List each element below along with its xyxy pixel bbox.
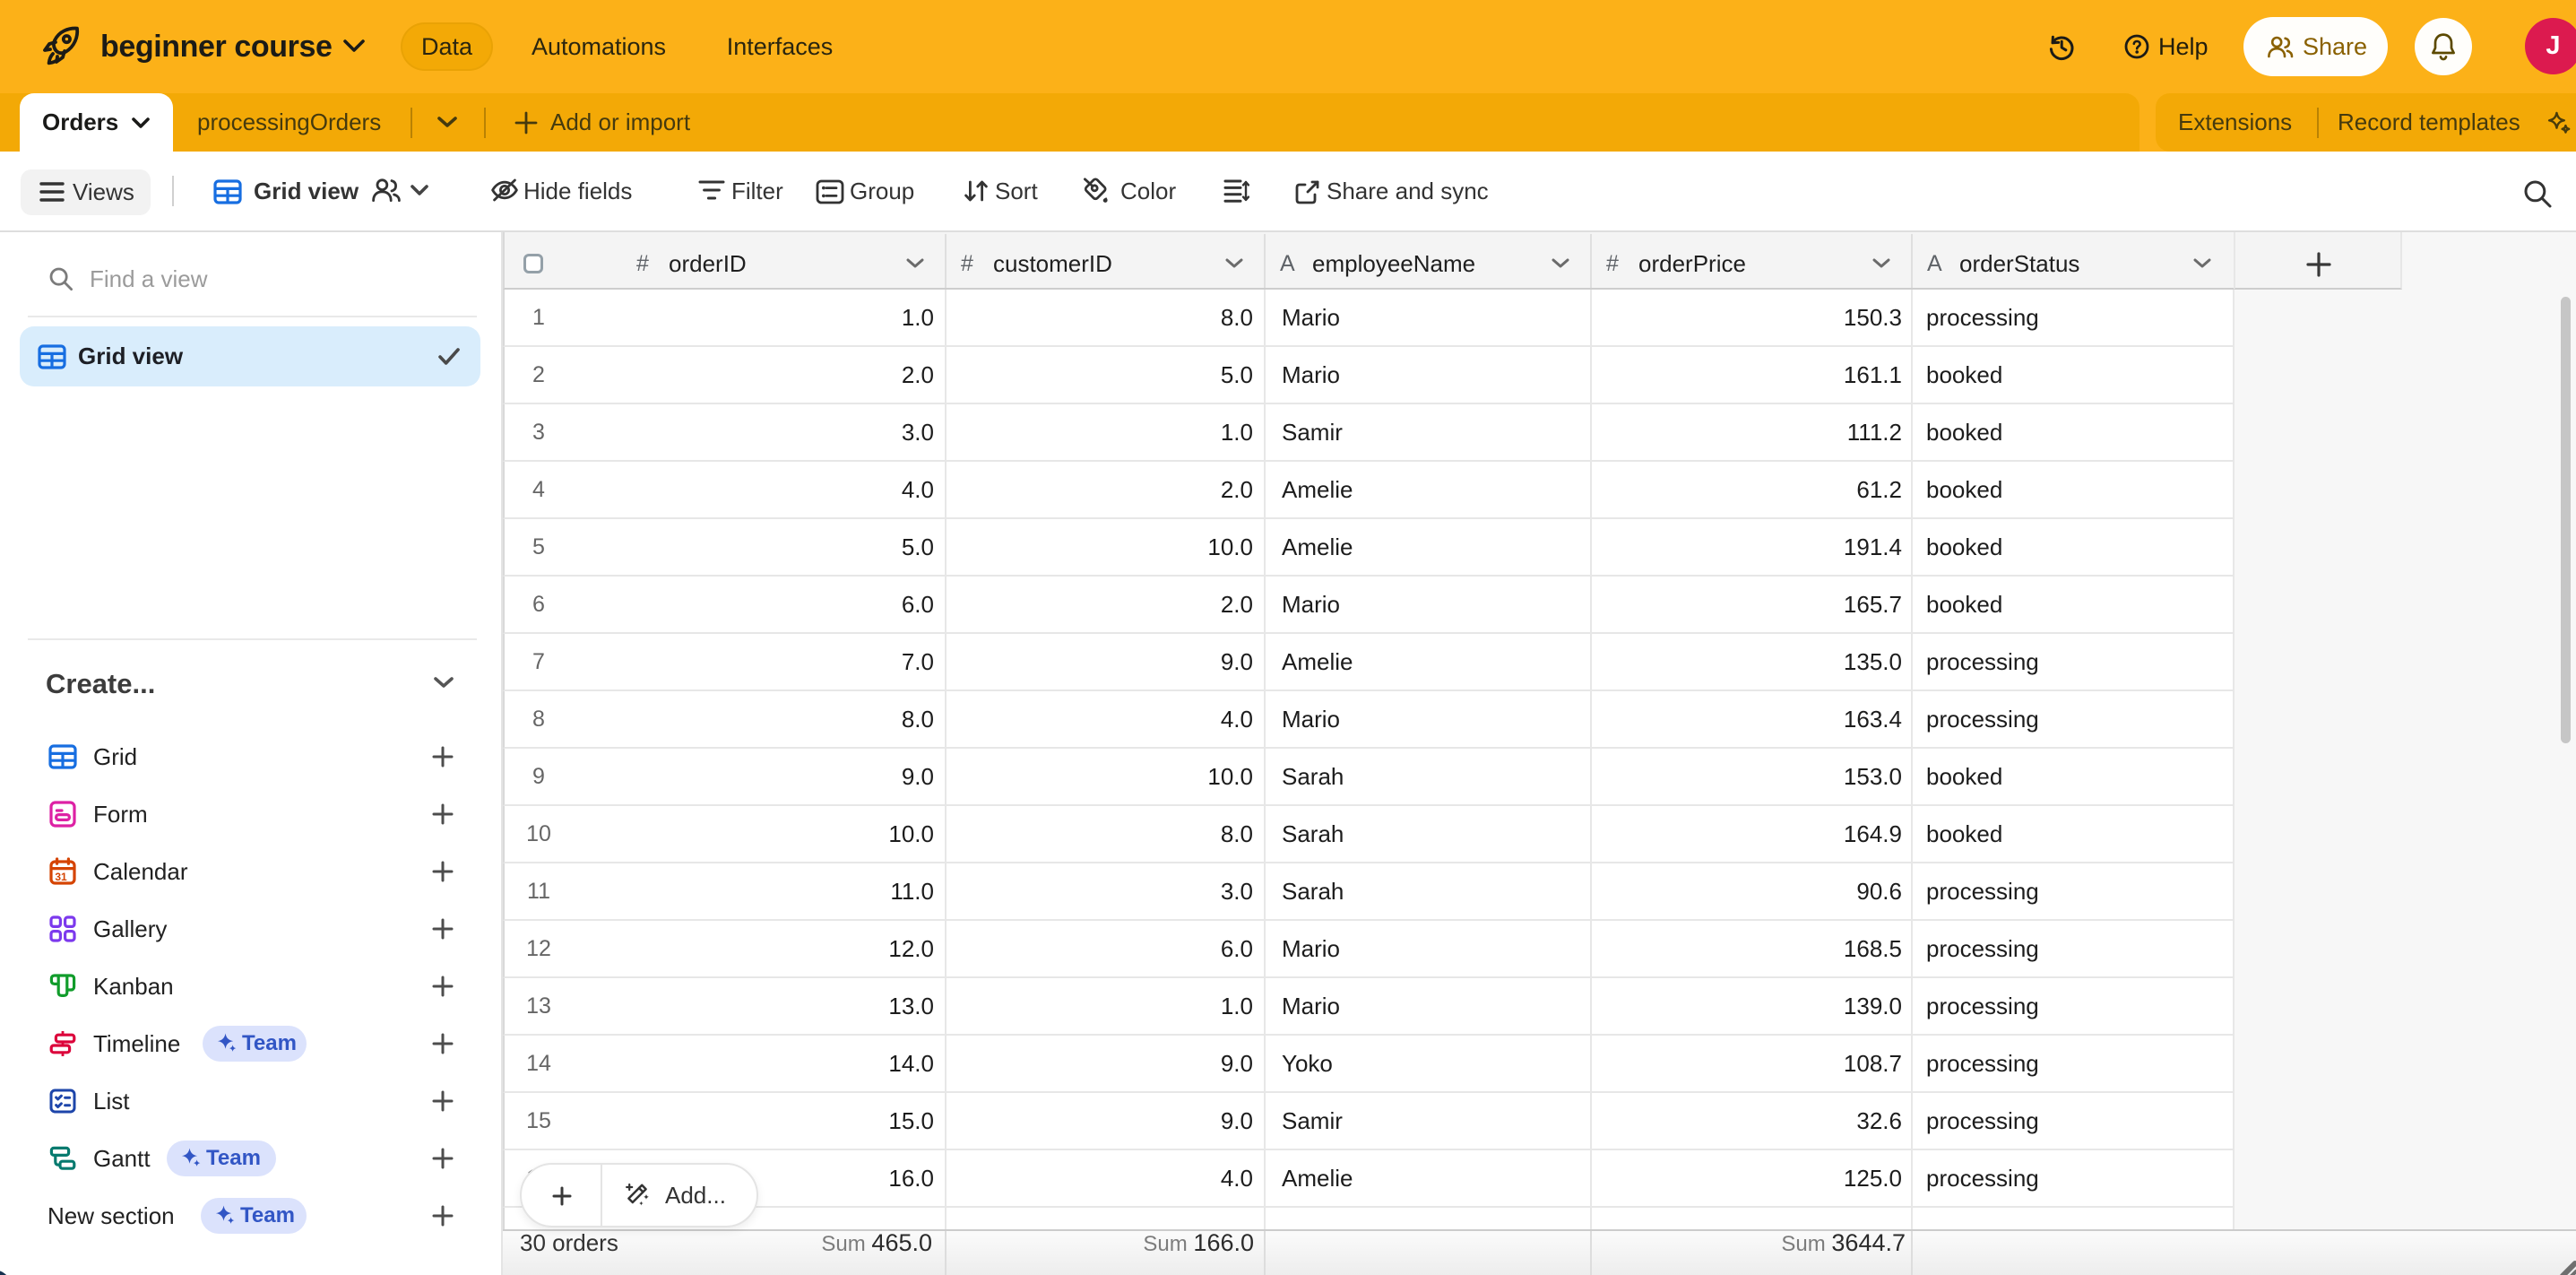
svg-text:31: 31 [55,871,67,883]
